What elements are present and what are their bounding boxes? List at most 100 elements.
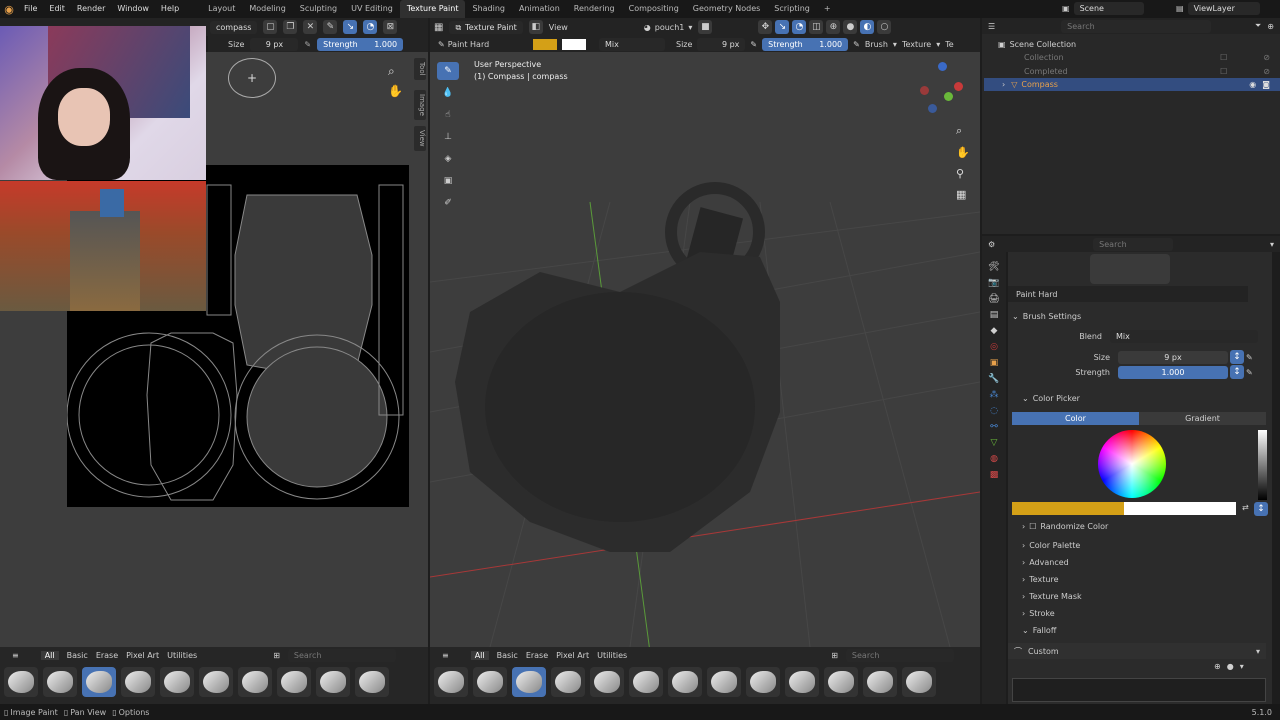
editor-type-icon[interactable]: ▦ (434, 22, 443, 33)
exclude-checkbox[interactable]: ☐ (1220, 67, 1227, 76)
size-pen-icon[interactable]: ✎ (1246, 353, 1253, 362)
color-tab[interactable]: Color (1012, 412, 1139, 425)
object-selector[interactable]: ◕ pouch1 ▾ (644, 23, 693, 32)
curve-options-icon[interactable]: ▾ (1240, 662, 1244, 671)
stroke-section[interactable]: › Stroke (1008, 605, 1272, 621)
randomize-checkbox[interactable]: ☐ (1029, 522, 1036, 531)
tab-tool[interactable]: Tool (414, 58, 426, 80)
value-slider[interactable] (1258, 430, 1267, 500)
filter-icon[interactable]: ⏷ (1255, 21, 1261, 31)
falloff-section[interactable]: ⌄ Falloff (1008, 622, 1272, 638)
camera-icon[interactable]: ◙ (1262, 80, 1270, 89)
size-pressure-icon[interactable]: ↕ (1230, 350, 1244, 364)
vp-pan-icon[interactable]: ✋ (956, 146, 970, 159)
new-image-icon[interactable]: ▢ (263, 20, 278, 34)
brush-thumb[interactable] (43, 667, 77, 697)
secondary-color-swatch[interactable] (562, 38, 586, 50)
tool-tab-icon[interactable]: 🛠 (988, 262, 999, 272)
tab-layout[interactable]: Layout (201, 0, 242, 18)
shelf-tab-basic[interactable]: Basic (497, 651, 518, 660)
menu-edit[interactable]: Edit (43, 0, 71, 18)
shelf-display-icon[interactable]: ⊞ (831, 651, 838, 660)
brush-thumb[interactable] (902, 667, 936, 697)
gizmo-z-icon[interactable] (938, 62, 947, 71)
brush-thumb[interactable] (434, 667, 468, 697)
advanced-section[interactable]: › Advanced (1008, 554, 1272, 570)
view-layer-tab-icon[interactable]: ▤ (990, 310, 999, 320)
brush-menu[interactable]: Brush (865, 40, 888, 49)
props-strength-slider[interactable]: 1.000 (1118, 365, 1228, 379)
material-tab-icon[interactable]: ◍ (990, 454, 998, 464)
pressure-icon[interactable]: ✎ (304, 40, 311, 49)
strength-pen-icon[interactable]: ✎ (1246, 368, 1253, 377)
brush-thumb[interactable] (746, 667, 780, 697)
brush-thumb[interactable] (82, 667, 116, 697)
brush-thumb[interactable] (121, 667, 155, 697)
vp-strength-pressure-icon[interactable]: ✎ (853, 40, 860, 49)
brush-thumb[interactable] (863, 667, 897, 697)
outliner-row-completed[interactable]: Completed ☐ ⊘ (984, 65, 1280, 78)
gizmo-icon[interactable]: ⊠ (383, 20, 398, 34)
blend-dropdown[interactable]: Mix (599, 37, 665, 51)
strength-pressure-icon[interactable]: ↕ (1230, 365, 1244, 379)
falloff-preset-dropdown[interactable]: ⌒ Custom ▾ (1008, 643, 1266, 659)
gizmo-neg-z-icon[interactable] (928, 104, 937, 113)
menu-help[interactable]: Help (155, 0, 185, 18)
shelf-tab-pixel-art[interactable]: Pixel Art (556, 651, 589, 660)
randomize-color-section[interactable]: › ☐ Randomize Color (1008, 518, 1272, 534)
output-tab-icon[interactable]: 🖨 (988, 294, 999, 304)
brush-name-field[interactable]: Paint Hard (1008, 286, 1248, 302)
transform-gizmo-icon[interactable]: ↘ (775, 20, 790, 34)
gizmo-neg-x-icon[interactable] (920, 86, 929, 95)
brush-thumb[interactable] (629, 667, 663, 697)
solid-shading-icon[interactable]: ● (843, 20, 858, 34)
brush-thumb[interactable] (238, 667, 272, 697)
tab-geometry-nodes[interactable]: Geometry Nodes (686, 0, 767, 18)
brush-thumb[interactable] (199, 667, 233, 697)
object-tab-icon[interactable]: ▣ (990, 358, 999, 368)
modifier-tab-icon[interactable]: 🔧 (988, 374, 999, 384)
soften-tool-icon[interactable]: 💧 (437, 84, 459, 102)
tab-sculpting[interactable]: Sculpting (293, 0, 344, 18)
image-name-field[interactable]: compass (210, 20, 258, 34)
shelf-menu-icon[interactable]: ≡ (12, 651, 19, 660)
wireframe-shading-icon[interactable]: ⊕ (826, 20, 841, 34)
tab-view[interactable]: View (414, 126, 426, 151)
outliner-search-input[interactable]: Search (1061, 19, 1212, 33)
vp-grid-icon[interactable]: ▦ (956, 188, 970, 201)
vp-strength-slider[interactable]: Strength 1.000 (762, 37, 849, 51)
color-mode-icon[interactable]: ■ (698, 20, 713, 34)
unlink-image-icon[interactable]: ✕ (303, 20, 318, 34)
tab-uv-editing[interactable]: UV Editing (344, 0, 400, 18)
zoom-icon[interactable]: ⌕ (388, 64, 395, 79)
material-shading-icon[interactable]: ◐ (860, 20, 875, 34)
viewlayer-selector[interactable]: ▤ ViewLayer (1176, 2, 1260, 15)
brush-thumb[interactable] (707, 667, 741, 697)
menu-render[interactable]: Render (71, 0, 111, 18)
physics-tab-icon[interactable]: ◌ (990, 406, 998, 416)
viewport-overlay-icon[interactable]: ◔ (792, 20, 807, 34)
snap-icon[interactable]: ↘ (343, 20, 358, 34)
brush-thumb[interactable] (824, 667, 858, 697)
pin-icon[interactable]: ✎ (323, 20, 338, 34)
rendered-shading-icon[interactable]: ○ (877, 20, 892, 34)
shelf-search-input[interactable]: Search (845, 648, 954, 662)
world-tab-icon[interactable]: ◎ (990, 342, 998, 352)
shelf-tab-all[interactable]: All (470, 650, 489, 660)
constraints-tab-icon[interactable]: ⚯ (990, 422, 998, 432)
clone-tool-icon[interactable]: ⊥ (437, 128, 459, 146)
brush-thumb[interactable] (668, 667, 702, 697)
curve-point-icon[interactable]: ● (1227, 662, 1234, 671)
color-pressure-icon[interactable]: ↕ (1254, 502, 1268, 516)
navigation-gizmo[interactable] (920, 62, 964, 113)
curve-zoom-icon[interactable]: ⊕ (1214, 662, 1221, 671)
tab-scripting[interactable]: Scripting (767, 0, 817, 18)
te-menu[interactable]: Te (945, 40, 953, 49)
visibility-hidden-icon[interactable]: ⊘ (1263, 67, 1270, 76)
shelf-tab-utilities[interactable]: Utilities (167, 651, 197, 660)
shelf-tab-utilities[interactable]: Utilities (597, 651, 627, 660)
brush-thumb[interactable] (590, 667, 624, 697)
falloff-curve[interactable] (1012, 678, 1266, 702)
add-workspace-button[interactable]: + (817, 0, 838, 18)
shelf-tab-erase[interactable]: Erase (526, 651, 548, 660)
